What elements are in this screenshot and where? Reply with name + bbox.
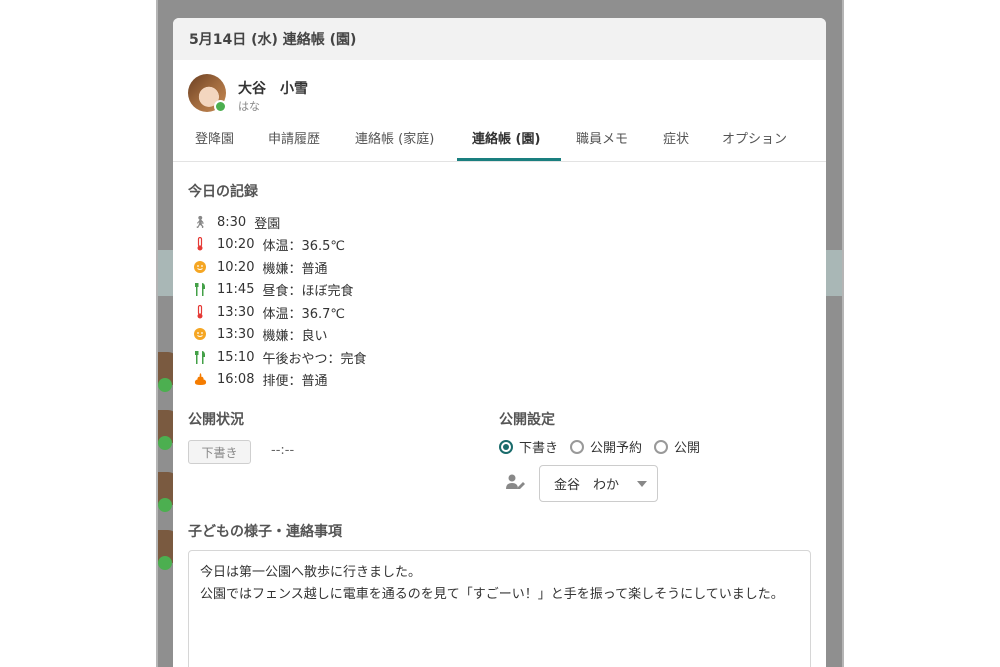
publish-status-label: 公開状況 bbox=[188, 412, 244, 428]
notes-label: 子どもの様子・連絡事項 bbox=[188, 524, 342, 540]
publish-settings-label: 公開設定 bbox=[499, 412, 555, 428]
radio-scheduled-label[interactable]: 公開予約 bbox=[590, 437, 642, 456]
bg-status-dot bbox=[158, 498, 172, 512]
smile-icon bbox=[191, 328, 209, 340]
active-tab-indicator bbox=[457, 158, 561, 161]
tab-staff-memo[interactable]: 職員メモ bbox=[576, 132, 628, 160]
staff-select-value: 金谷 わか bbox=[554, 478, 620, 493]
log-entry: 13:30 機嫌：良い bbox=[191, 324, 327, 344]
log-entry: 10:20 体温：36.5℃ bbox=[191, 234, 345, 254]
utensils-icon bbox=[191, 350, 209, 364]
log-entry: 15:10 午後おやつ：完食 bbox=[191, 347, 366, 367]
tab-request-history[interactable]: 申請履歴 bbox=[268, 132, 320, 160]
today-record-label: 今日の記録 bbox=[188, 184, 258, 200]
staff-select[interactable]: 金谷 わか bbox=[539, 465, 658, 502]
utensils-icon bbox=[191, 282, 209, 296]
log-entry: 16:08 排便：普通 bbox=[191, 369, 327, 389]
radio-draft-label[interactable]: 下書き bbox=[519, 437, 558, 456]
walk-icon: 🚶︎ bbox=[192, 215, 208, 229]
bg-status-dot bbox=[158, 556, 172, 570]
radio-publish[interactable] bbox=[654, 439, 669, 454]
thermometer-icon bbox=[191, 237, 209, 251]
modal-title: 5月14日 (水) 連絡帳 (園) bbox=[189, 32, 357, 48]
tab-contact-home[interactable]: 連絡帳 (家庭) bbox=[355, 132, 434, 160]
tab-contact-school[interactable]: 連絡帳 (園) bbox=[472, 132, 540, 160]
notes-textarea[interactable]: 今日は第一公園へ散歩に行きました。 公園ではフェンス越しに電車を通るのを見て「す… bbox=[188, 550, 811, 667]
smile-icon bbox=[191, 261, 209, 273]
child-nickname: はな bbox=[238, 100, 260, 113]
tab-attendance[interactable]: 登降園 bbox=[195, 132, 234, 160]
online-status-dot bbox=[214, 100, 227, 113]
child-name: 大谷 小雪 bbox=[238, 81, 308, 97]
tab-bar: 登降園 申請履歴 連絡帳 (家庭) 連絡帳 (園) 職員メモ 症状 オプション bbox=[173, 126, 826, 162]
log-entry: 11:45 昼食：ほぼ完食 bbox=[191, 279, 353, 299]
thermometer-icon bbox=[191, 305, 209, 319]
radio-scheduled[interactable] bbox=[570, 439, 585, 454]
radio-draft[interactable] bbox=[499, 439, 513, 454]
tab-symptoms[interactable]: 症状 bbox=[663, 132, 689, 160]
modal-header: 5月14日 (水) 連絡帳 (園) bbox=[173, 18, 826, 60]
radio-publish-label[interactable]: 公開 bbox=[674, 437, 700, 456]
log-entry: 13:30 体温：36.7℃ bbox=[191, 302, 345, 322]
contact-book-modal: 5月14日 (水) 連絡帳 (園) 大谷 小雪 はな 登降園 申請履歴 連絡帳 … bbox=[173, 18, 826, 667]
log-entry: 🚶︎ 8:30 登園 bbox=[192, 214, 281, 232]
status-badge: 下書き bbox=[188, 440, 251, 464]
chevron-down-icon bbox=[637, 481, 647, 487]
tab-options[interactable]: オプション bbox=[722, 132, 787, 160]
log-entry: 10:20 機嫌：普通 bbox=[191, 257, 327, 277]
poop-icon bbox=[191, 373, 209, 385]
bg-status-dot bbox=[158, 378, 172, 392]
staff-edit-icon bbox=[506, 474, 526, 494]
publish-time: --:-- bbox=[271, 443, 295, 458]
publish-radio-group: 下書き 公開予約 公開 bbox=[499, 437, 712, 456]
bg-status-dot bbox=[158, 436, 172, 450]
